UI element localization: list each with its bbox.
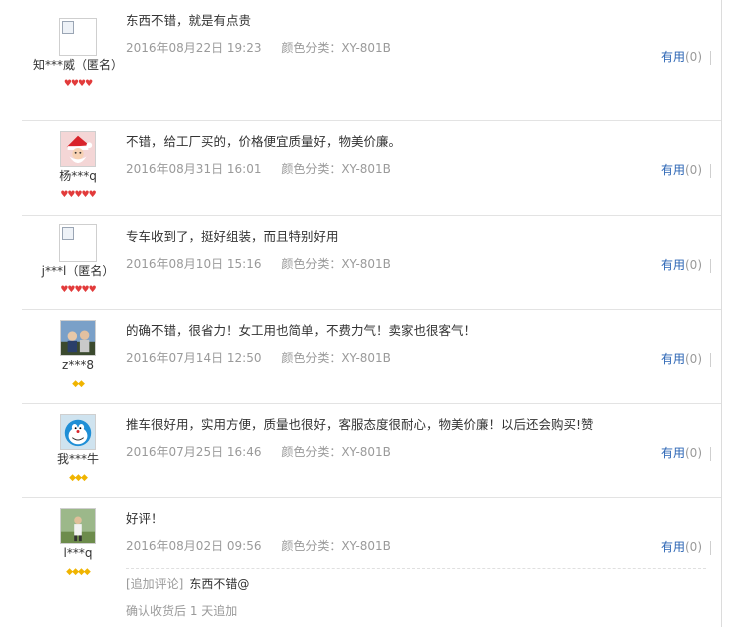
- review-text: 专车收到了，挺好组装，而且特别好用: [126, 229, 339, 244]
- review-date: 2016年08月22日 19:23: [126, 41, 262, 55]
- buyer-rank-badge: ◆◆◆◆: [22, 564, 134, 577]
- diamond-icon: ◆◆◆: [69, 473, 88, 483]
- review-text: 推车很好用，实用方便，质量也很好，客服态度很耐心，物美价廉！以后还会购买!赞: [126, 417, 594, 432]
- review-meta: 2016年08月22日 19:23 颜色分类：XY-801B: [126, 39, 706, 56]
- reviewer-name[interactable]: 知***威（匿名）: [22, 58, 134, 73]
- review-item: z***8 ◆◆ 的确不错，很省力！女工用也简单，不费力气！卖家也很客气！ 20…: [22, 310, 721, 404]
- useful-count: (0): [685, 352, 702, 366]
- avatar[interactable]: [60, 414, 96, 450]
- useful-button[interactable]: 有用(0): [661, 48, 711, 65]
- useful-label[interactable]: 有用: [661, 352, 685, 366]
- buyer-rank-badge: ◆◆: [22, 376, 134, 389]
- useful-button[interactable]: 有用(0): [661, 350, 711, 367]
- heart-icon: ♥♥♥♥: [63, 79, 93, 89]
- reviewer-name[interactable]: j***l（匿名）: [22, 264, 134, 279]
- useful-button[interactable]: 有用(0): [661, 538, 711, 555]
- review-list: 知***威（匿名） ♥♥♥♥ 东西不错，就是有点贵 2016年08月22日 19…: [0, 0, 750, 627]
- buyer-rank-badge: ♥♥♥♥♥: [22, 187, 134, 200]
- review-item: 我***牛 ◆◆◆ 推车很好用，实用方便，质量也很好，客服态度很耐心，物美价廉！…: [22, 404, 721, 498]
- avatar[interactable]: [60, 508, 96, 544]
- useful-count: (0): [685, 540, 702, 554]
- heart-icon: ♥♥♥♥♥: [60, 285, 96, 295]
- review-meta: 2016年08月02日 09:56 颜色分类：XY-801B: [126, 537, 706, 554]
- review-date: 2016年08月31日 16:01: [126, 162, 262, 176]
- sku-color: 颜色分类：XY-801B: [281, 445, 391, 459]
- useful-label[interactable]: 有用: [661, 540, 685, 554]
- review-content: 好评！ 2016年08月02日 09:56 颜色分类：XY-801B [追加评论…: [126, 510, 706, 619]
- heart-icon: ♥♥♥♥♥: [60, 190, 96, 200]
- reviewer: 杨***q ♥♥♥♥♥: [22, 129, 134, 200]
- review-item: j***l（匿名） ♥♥♥♥♥ 专车收到了，挺好组装，而且特别好用 2016年0…: [22, 216, 721, 310]
- reviewer-name[interactable]: l***q: [22, 546, 134, 561]
- reviewer: 我***牛 ◆◆◆: [22, 412, 134, 483]
- reviewer: l***q ◆◆◆◆: [22, 506, 134, 577]
- useful-label[interactable]: 有用: [661, 50, 685, 64]
- divider: [721, 0, 722, 627]
- sku-color: 颜色分类：XY-801B: [281, 539, 391, 553]
- useful-count: (0): [685, 50, 702, 64]
- useful-label[interactable]: 有用: [661, 163, 685, 177]
- review-date: 2016年07月14日 12:50: [126, 351, 262, 365]
- review-content: 推车很好用，实用方便，质量也很好，客服态度很耐心，物美价廉！以后还会购买!赞 2…: [126, 416, 706, 460]
- append-review-tag: [追加评论]: [126, 577, 184, 591]
- diamond-icon: ◆◆◆◆: [66, 567, 91, 577]
- avatar[interactable]: [60, 131, 96, 167]
- review-date: 2016年07月25日 16:46: [126, 445, 262, 459]
- review-content: 专车收到了，挺好组装，而且特别好用 2016年08月10日 15:16 颜色分类…: [126, 228, 706, 272]
- review-meta: 2016年08月31日 16:01 颜色分类：XY-801B: [126, 160, 706, 177]
- sku-color: 颜色分类：XY-801B: [281, 351, 391, 365]
- review-meta: 2016年07月25日 16:46 颜色分类：XY-801B: [126, 443, 706, 460]
- review-date: 2016年08月10日 15:16: [126, 257, 262, 271]
- buyer-rank-badge: ♥♥♥♥♥: [22, 282, 134, 295]
- useful-label[interactable]: 有用: [661, 446, 685, 460]
- useful-count: (0): [685, 163, 702, 177]
- append-review: [追加评论] 东西不错@: [126, 568, 706, 592]
- buyer-rank-badge: ◆◆◆: [22, 470, 134, 483]
- avatar[interactable]: [59, 18, 97, 56]
- avatar[interactable]: [60, 320, 96, 356]
- sku-color: 颜色分类：XY-801B: [281, 257, 391, 271]
- useful-button[interactable]: 有用(0): [661, 161, 711, 178]
- review-item: 杨***q ♥♥♥♥♥ 不错，给工厂买的，价格便宜质量好，物美价廉。 2016年…: [22, 121, 721, 216]
- outdoor-photo-avatar-icon: [61, 509, 95, 543]
- review-text: 的确不错，很省力！女工用也简单，不费力气！卖家也很客气！: [126, 323, 477, 338]
- useful-button[interactable]: 有用(0): [661, 256, 711, 273]
- santa-avatar-icon: [61, 132, 95, 166]
- review-text: 不错，给工厂买的，价格便宜质量好，物美价廉。: [126, 134, 402, 149]
- review-text: 东西不错，就是有点贵: [126, 13, 252, 28]
- review-content: 东西不错，就是有点贵 2016年08月22日 19:23 颜色分类：XY-801…: [126, 12, 706, 56]
- append-review-note: 确认收货后 1 天追加: [126, 604, 238, 618]
- diamond-icon: ◆◆: [72, 379, 85, 389]
- review-content: 不错，给工厂买的，价格便宜质量好，物美价廉。 2016年08月31日 16:01…: [126, 133, 706, 177]
- review-meta: 2016年08月10日 15:16 颜色分类：XY-801B: [126, 255, 706, 272]
- reviewer-name[interactable]: z***8: [22, 358, 134, 373]
- append-review-text: 东西不错@: [189, 577, 250, 591]
- review-meta: 2016年07月14日 12:50 颜色分类：XY-801B: [126, 349, 706, 366]
- avatar[interactable]: [59, 224, 97, 262]
- review-text: 好评！: [126, 511, 164, 526]
- reviewer: z***8 ◆◆: [22, 318, 134, 389]
- sku-color: 颜色分类：XY-801B: [281, 41, 391, 55]
- reviewer-name[interactable]: 杨***q: [22, 169, 134, 184]
- reviewer: 知***威（匿名） ♥♥♥♥: [22, 8, 134, 89]
- buyer-rank-badge: ♥♥♥♥: [22, 76, 134, 89]
- useful-count: (0): [685, 258, 702, 272]
- sku-color: 颜色分类：XY-801B: [281, 162, 391, 176]
- reviewer: j***l（匿名） ♥♥♥♥♥: [22, 224, 134, 295]
- useful-count: (0): [685, 446, 702, 460]
- review-item: l***q ◆◆◆◆ 好评！ 2016年08月02日 09:56 颜色分类：XY…: [22, 498, 721, 627]
- doraemon-avatar-icon: [61, 415, 95, 449]
- review-date: 2016年08月02日 09:56: [126, 539, 262, 553]
- review-content: 的确不错，很省力！女工用也简单，不费力气！卖家也很客气！ 2016年07月14日…: [126, 322, 706, 366]
- reviewer-name[interactable]: 我***牛: [22, 452, 134, 467]
- useful-label[interactable]: 有用: [661, 258, 685, 272]
- photo-avatar-icon: [61, 321, 95, 355]
- useful-button[interactable]: 有用(0): [661, 444, 711, 461]
- review-item: 知***威（匿名） ♥♥♥♥ 东西不错，就是有点贵 2016年08月22日 19…: [22, 0, 721, 121]
